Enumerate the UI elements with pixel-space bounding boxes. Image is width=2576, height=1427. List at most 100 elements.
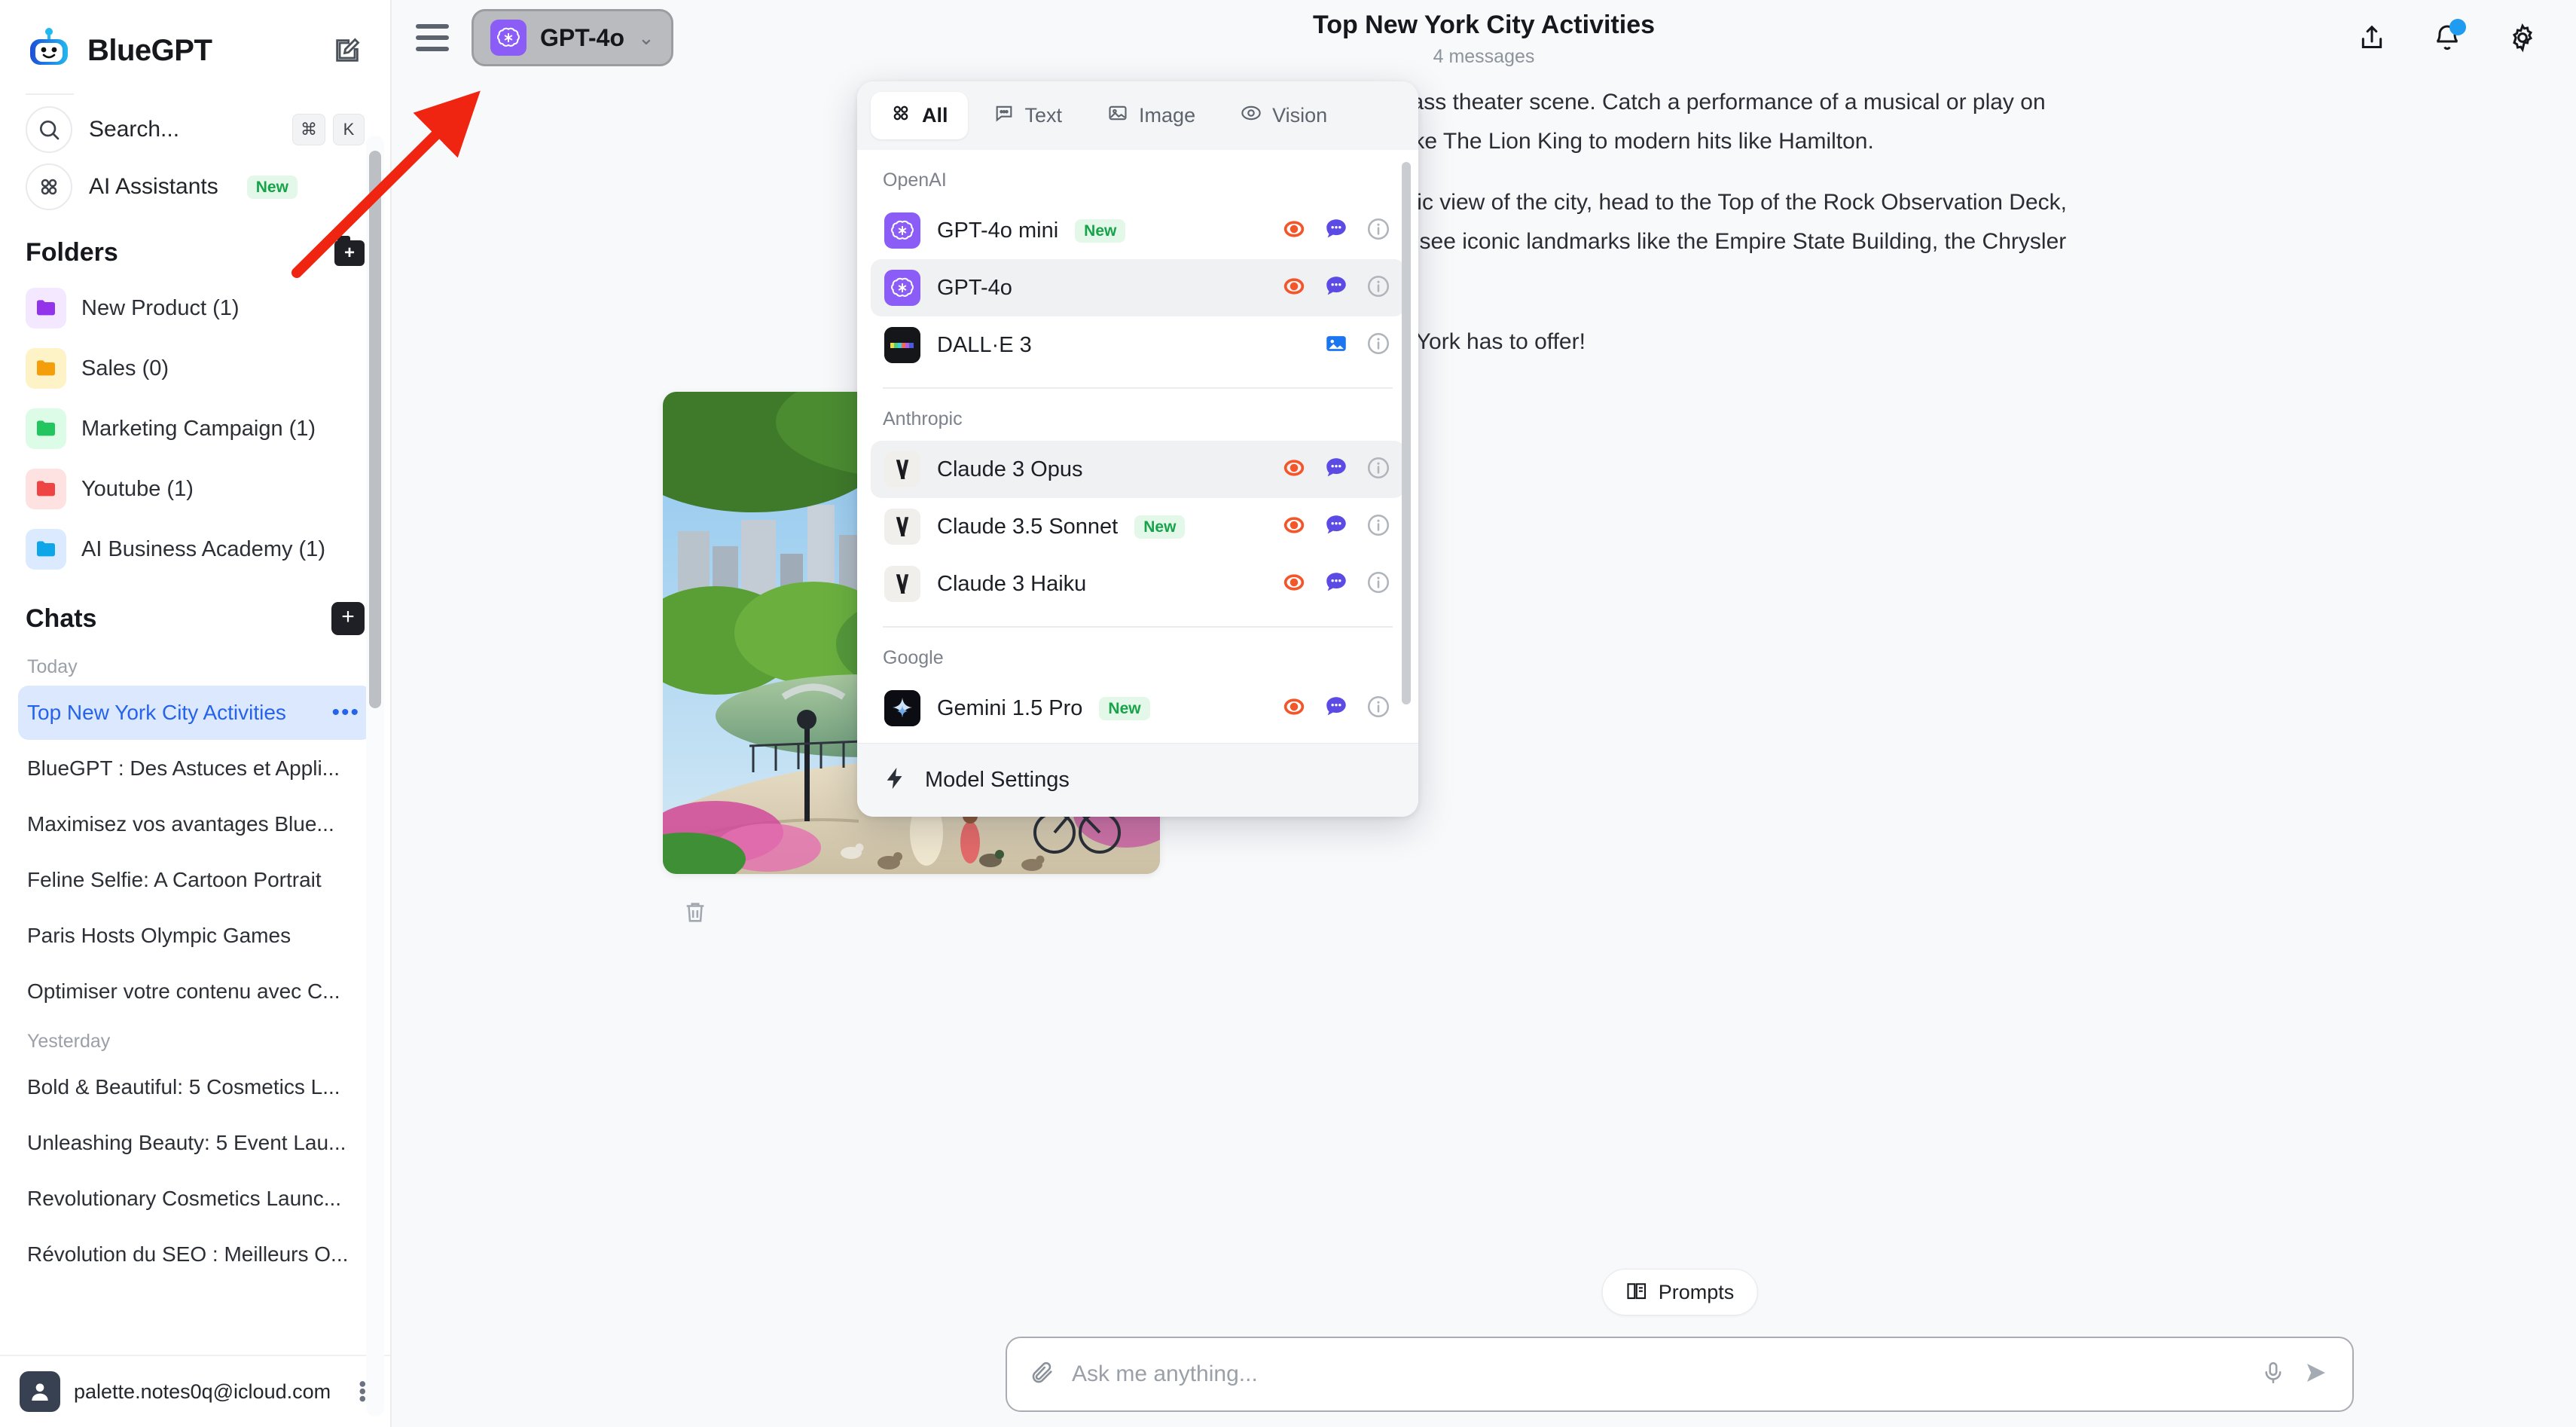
image-icon: [1107, 102, 1128, 129]
folders-title: Folders: [26, 238, 118, 267]
share-icon[interactable]: [2352, 17, 2392, 58]
model-capabilities: [1281, 273, 1391, 303]
eye-target-icon: [1241, 102, 1262, 129]
chats-title: Chats: [26, 604, 96, 634]
model-filter-tabs: All Text ImageVision: [857, 81, 1418, 150]
chevron-down-icon: ⌄: [638, 26, 655, 50]
paperclip-icon[interactable]: [1030, 1360, 1055, 1389]
folder-icon: [26, 408, 66, 449]
new-badge: New: [1099, 697, 1149, 720]
anthropic-icon: [884, 566, 920, 602]
bell-icon[interactable]: [2427, 17, 2468, 58]
new-chat-compose-icon[interactable]: [330, 33, 365, 68]
header-center: Top New York City Activities 4 messages: [392, 11, 2576, 68]
top-bar: GPT-4o ⌄ Top New York City Activities 4 …: [392, 0, 2576, 75]
search-label: Search...: [89, 117, 179, 142]
hamburger-icon[interactable]: [416, 18, 455, 57]
model-dropdown: AllTextImageVision OpenAIGPT-4o miniNewG…: [857, 81, 1418, 817]
model-option[interactable]: Claude 3 Opus: [871, 441, 1405, 498]
vision-capability-icon: [1281, 216, 1307, 246]
folder-label: Youtube (1): [81, 477, 194, 502]
text-capability-icon: [1323, 216, 1349, 246]
model-settings-button[interactable]: Model Settings: [857, 743, 1418, 817]
prompts-label: Prompts: [1659, 1281, 1735, 1304]
model-provider-label: OpenAI: [857, 150, 1418, 202]
book-icon: [1625, 1279, 1648, 1306]
info-icon[interactable]: [1366, 512, 1391, 542]
chat-item[interactable]: Feline Selfie: A Cartoon Portrait: [18, 853, 372, 907]
vision-capability-icon: [1281, 570, 1307, 599]
model-filter-tab-all[interactable]: All: [871, 92, 968, 139]
chat-item[interactable]: Paris Hosts Olympic Games: [18, 909, 372, 963]
model-filter-tab-image[interactable]: Image: [1088, 92, 1215, 139]
chat-item[interactable]: Optimiser votre contenu avec C...: [18, 964, 372, 1019]
info-icon[interactable]: [1366, 455, 1391, 484]
model-filter-tab-vision[interactable]: Vision: [1221, 92, 1347, 139]
folder-item[interactable]: AI Business Academy (1): [18, 519, 372, 579]
image-capability-icon: [1323, 331, 1349, 360]
sidebar-item-ai-assistants[interactable]: AI Assistants New: [26, 158, 365, 215]
chat-item[interactable]: Unleashing Beauty: 5 Event Lau...: [18, 1116, 372, 1170]
chat-item-label: BlueGPT : Des Astuces et Appli...: [27, 756, 340, 781]
new-chat-button[interactable]: +: [331, 602, 365, 635]
folder-item[interactable]: Marketing Campaign (1): [18, 399, 372, 459]
chat-list: TodayTop New York City Activities•••Blue…: [0, 646, 390, 1283]
folder-icon: [26, 529, 66, 570]
add-folder-button[interactable]: +: [334, 240, 365, 266]
prompts-button[interactable]: Prompts: [1602, 1269, 1758, 1315]
info-icon[interactable]: [1366, 273, 1391, 303]
chat-item[interactable]: Révolution du SEO : Meilleurs O...: [18, 1227, 372, 1282]
dalle-icon: [884, 327, 920, 363]
gemini-icon: [884, 690, 920, 726]
chat-item[interactable]: Revolutionary Cosmetics Launc...: [18, 1172, 372, 1226]
chat-group-label: Yesterday: [18, 1020, 372, 1060]
model-capabilities: [1281, 512, 1391, 542]
microphone-icon[interactable]: [2260, 1360, 2286, 1389]
account-footer[interactable]: palette.notes0q@icloud.com •••: [0, 1355, 390, 1427]
vision-capability-icon: [1281, 273, 1307, 303]
send-icon[interactable]: [2303, 1359, 2330, 1390]
grid-icon: [26, 163, 72, 210]
info-icon[interactable]: [1366, 216, 1391, 246]
trash-icon[interactable]: [682, 900, 708, 929]
tab-label: Text: [1025, 104, 1063, 127]
message-input[interactable]: [1072, 1361, 2244, 1387]
model-option[interactable]: Claude 3.5 SonnetNew: [871, 498, 1405, 555]
folder-item[interactable]: Sales (0): [18, 338, 372, 399]
chat-item[interactable]: Bold & Beautiful: 5 Cosmetics L...: [18, 1060, 372, 1114]
new-badge: New: [1134, 515, 1185, 539]
chat-item-label: Paris Hosts Olympic Games: [27, 924, 291, 948]
gear-icon[interactable]: [2502, 17, 2543, 58]
model-option[interactable]: GPT-4o: [871, 259, 1405, 316]
model-filter-tab-text[interactable]: Text: [974, 92, 1082, 139]
folder-item[interactable]: Youtube (1): [18, 459, 372, 519]
model-option[interactable]: GPT-4o miniNew: [871, 202, 1405, 259]
chat-item-menu-icon[interactable]: •••: [331, 701, 360, 724]
model-selector-button[interactable]: GPT-4o ⌄: [472, 9, 673, 66]
kbd-cmd: ⌘: [292, 114, 325, 145]
folder-label: Marketing Campaign (1): [81, 417, 316, 442]
folder-list: New Product (1)Sales (0) Marketing Campai…: [0, 278, 390, 579]
folder-label: AI Business Academy (1): [81, 537, 325, 562]
divider: [26, 93, 74, 95]
model-list-scrollbar[interactable]: [1402, 162, 1411, 704]
vision-capability-icon: [1281, 512, 1307, 542]
folder-item[interactable]: New Product (1): [18, 278, 372, 338]
chat-item[interactable]: BlueGPT : Des Astuces et Appli...: [18, 741, 372, 796]
model-option-label: Claude 3 Opus: [937, 457, 1082, 482]
chat-item-active[interactable]: Top New York City Activities•••: [18, 686, 372, 740]
model-option[interactable]: Claude 3 Haiku: [871, 555, 1405, 613]
message-composer[interactable]: [1006, 1337, 2354, 1412]
info-icon[interactable]: [1366, 570, 1391, 599]
sidebar-item-search[interactable]: Search... ⌘ K: [26, 101, 365, 158]
model-settings-label: Model Settings: [925, 768, 1070, 793]
info-icon[interactable]: [1366, 694, 1391, 723]
model-option[interactable]: DALL·E 3: [871, 316, 1405, 374]
model-option[interactable]: Gemini 1.5 ProNew: [871, 680, 1405, 737]
conversation-body: Broadway Show: New York is known for its…: [392, 75, 2576, 1427]
bluegpt-robot-logo-icon: [26, 27, 72, 74]
sidebar-scrollbar-thumb[interactable]: [369, 151, 381, 708]
chat-item[interactable]: Maximisez vos avantages Blue...: [18, 797, 372, 851]
anthropic-icon: [884, 509, 920, 545]
info-icon[interactable]: [1366, 331, 1391, 360]
